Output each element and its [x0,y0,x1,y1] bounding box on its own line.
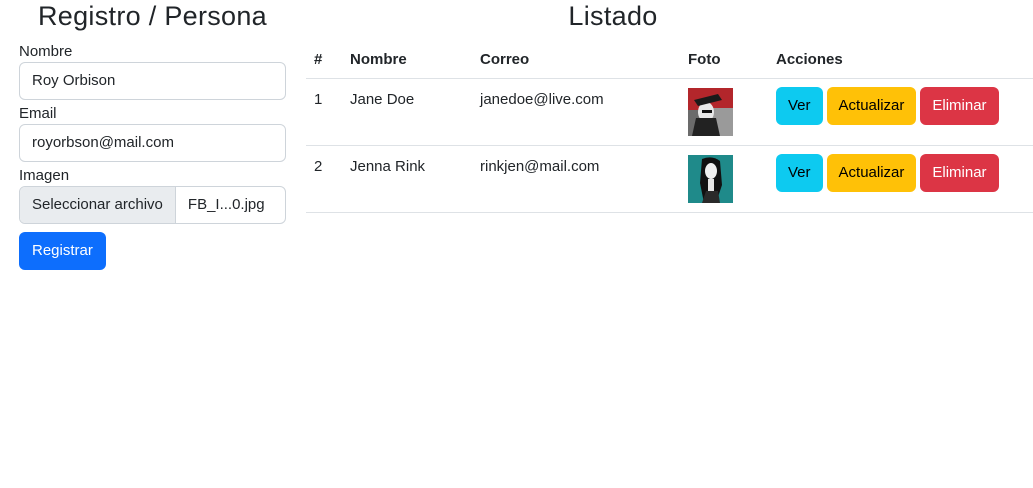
view-button[interactable]: Ver [776,87,823,125]
photo-thumbnail-icon [688,88,733,136]
row-id: 1 [314,91,323,108]
name-input[interactable]: Roy Orbison [19,62,286,100]
column-header-actions: Acciones [768,40,1033,79]
delete-button[interactable]: Eliminar [920,154,999,192]
people-table: # Nombre Correo Foto Acciones 1 Jane Doe… [306,40,1033,213]
table-row: 2 Jenna Rink rinkjen@mail.com Ver Actual… [306,145,1033,213]
table-header-row: # Nombre Correo Foto Acciones [306,40,1033,79]
image-file-input[interactable]: Seleccionar archivo FB_I...0.jpg [19,186,286,224]
view-button[interactable]: Ver [776,154,823,192]
email-label: Email [19,105,57,122]
delete-button[interactable]: Eliminar [920,87,999,125]
email-input[interactable]: royorbson@mail.com [19,124,286,162]
table-row: 1 Jane Doe janedoe@live.com Ver Actualiz… [306,78,1033,146]
register-button[interactable]: Registrar [19,232,106,270]
row-actions: Ver Actualizar Eliminar [776,146,1025,192]
row-email: rinkjen@mail.com [480,158,600,175]
update-button[interactable]: Actualizar [826,154,917,192]
row-name: Jane Doe [350,91,415,108]
list-title: Listado [568,1,658,31]
page: Registro / Persona Nombre Roy Orbison Em… [0,0,1033,488]
selected-file-name: FB_I...0.jpg [187,196,265,213]
column-header-name: Nombre [342,40,472,79]
update-button[interactable]: Actualizar [826,87,917,125]
photo-thumbnail-icon [688,155,733,203]
column-header-email: Correo [472,40,680,79]
column-header-number: # [306,40,342,79]
row-email: janedoe@live.com [480,91,604,108]
registration-form: Registro / Persona Nombre Roy Orbison Em… [19,0,286,270]
name-label: Nombre [19,43,73,60]
row-name: Jenna Rink [350,158,426,175]
row-actions: Ver Actualizar Eliminar [776,79,1025,125]
choose-file-button[interactable]: Seleccionar archivo [20,187,176,223]
column-header-photo: Foto [680,40,768,79]
image-label: Imagen [19,167,70,184]
people-list: Listado # Nombre Correo Foto Acciones 1 … [306,0,1033,213]
row-id: 2 [314,158,323,175]
